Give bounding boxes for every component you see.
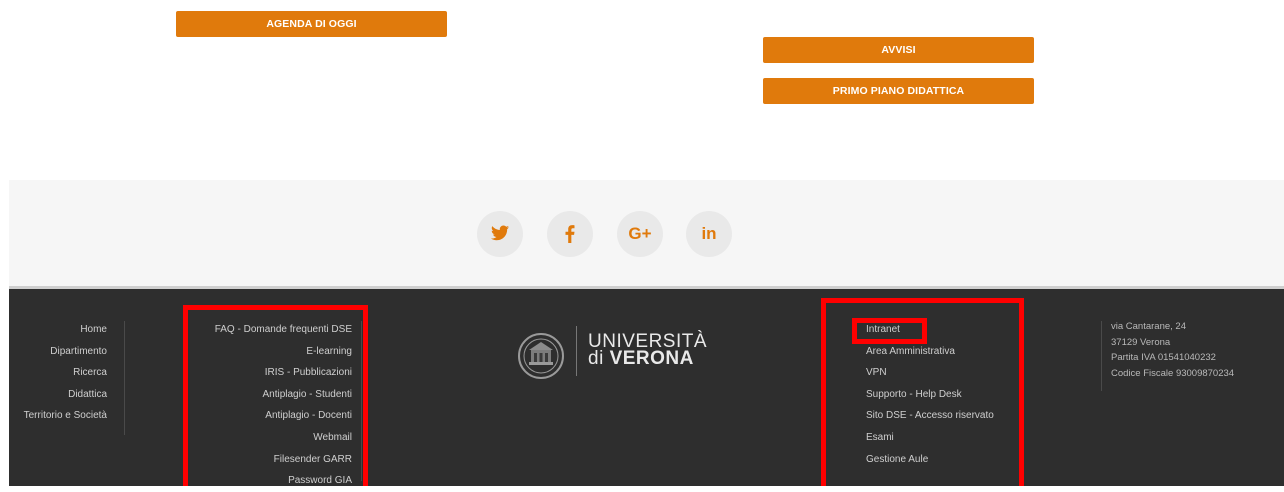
primo-piano-didattica-button[interactable]: PRIMO PIANO DIDATTICA [763,78,1034,104]
twitter-icon[interactable] [477,211,523,257]
address-vat: Partita IVA 01541040232 [1111,352,1216,363]
footer-link-didattica[interactable]: Didattica [0,384,107,406]
logo-di: di [588,348,610,369]
logo-divider [576,326,577,376]
highlight-intranet-link [852,318,927,344]
university-seal-icon[interactable] [516,332,566,385]
university-logo[interactable]: UNIVERSITÀ di VERONA [588,332,707,369]
google-plus-icon[interactable]: G+ [617,211,663,257]
logo-line-2: di VERONA [588,348,707,369]
linkedin-icon[interactable]: in [686,211,732,257]
agenda-di-oggi-button[interactable]: AGENDA DI OGGI [176,11,447,37]
divider [1101,321,1102,391]
address-city: 37129 Verona [1111,336,1171,348]
footer-link-dipartimento[interactable]: Dipartimento [0,341,107,363]
address-street: via Cantarane, 24 [1111,321,1186,332]
logo-verona: VERONA [609,348,694,369]
avvisi-button[interactable]: AVVISI [763,37,1034,63]
highlight-services [183,305,368,486]
footer-link-home[interactable]: Home [0,319,107,341]
footer-link-ricerca[interactable]: Ricerca [0,362,107,384]
footer-address: via Cantarane, 24 37129 Verona Partita I… [1111,319,1281,381]
footer-link-territorio[interactable]: Territorio e Società [0,405,107,427]
divider [124,321,125,435]
address-fiscal-code: Codice Fiscale 93009870234 [1111,367,1235,379]
footer-nav: Home Dipartimento Ricerca Didattica Terr… [0,319,107,427]
facebook-icon[interactable] [547,211,593,257]
